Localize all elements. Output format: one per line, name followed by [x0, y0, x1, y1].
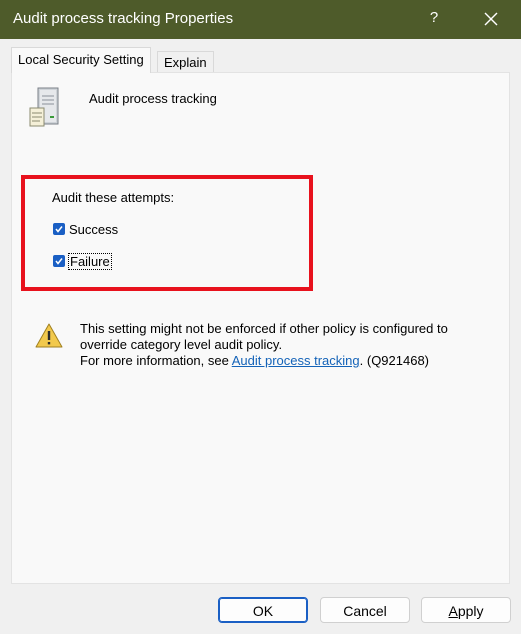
- success-checkbox-row[interactable]: Success: [53, 220, 118, 238]
- tab-strip: Local Security Setting Explain: [0, 39, 521, 73]
- audit-process-tracking-link[interactable]: Audit process tracking: [232, 353, 360, 368]
- title-bar: Audit process tracking Properties ?: [0, 0, 521, 39]
- warning-icon: [35, 323, 63, 348]
- apply-button[interactable]: Apply: [421, 597, 511, 623]
- tab-panel: Audit process tracking Audit these attem…: [11, 72, 510, 584]
- warning-text: This setting might not be enforced if ot…: [80, 321, 448, 369]
- failure-label[interactable]: Failure: [68, 252, 112, 270]
- cancel-button[interactable]: Cancel: [320, 597, 410, 623]
- policy-name: Audit process tracking: [89, 91, 217, 106]
- checkmark-icon: [55, 258, 63, 265]
- close-button[interactable]: [476, 4, 506, 34]
- help-button[interactable]: ?: [424, 6, 444, 30]
- failure-checkbox-row[interactable]: Failure: [53, 252, 112, 270]
- warning-line-2: override category level audit policy.: [80, 337, 283, 352]
- success-checkbox[interactable]: [53, 223, 65, 235]
- checkmark-icon: [55, 226, 63, 233]
- warning-line-3: For more information, see Audit process …: [80, 353, 448, 369]
- audit-group-label: Audit these attempts:: [52, 190, 175, 205]
- tab-explain[interactable]: Explain: [157, 51, 214, 73]
- warning-line-3-prefix: For more information, see: [80, 353, 232, 368]
- window-title: Audit process tracking Properties: [13, 10, 234, 27]
- ok-button[interactable]: OK: [218, 597, 308, 623]
- success-label[interactable]: Success: [69, 222, 118, 237]
- apply-label-rest: pply: [457, 603, 484, 619]
- warning-line-1: This setting might not be enforced if ot…: [80, 321, 448, 336]
- close-icon: [484, 12, 498, 26]
- apply-mnemonic: A: [448, 603, 458, 619]
- server-policy-icon: [29, 87, 59, 127]
- failure-checkbox[interactable]: [53, 255, 65, 267]
- warning-line-3-suffix: . (Q921468): [359, 353, 430, 368]
- tab-local-security-setting[interactable]: Local Security Setting: [11, 47, 151, 73]
